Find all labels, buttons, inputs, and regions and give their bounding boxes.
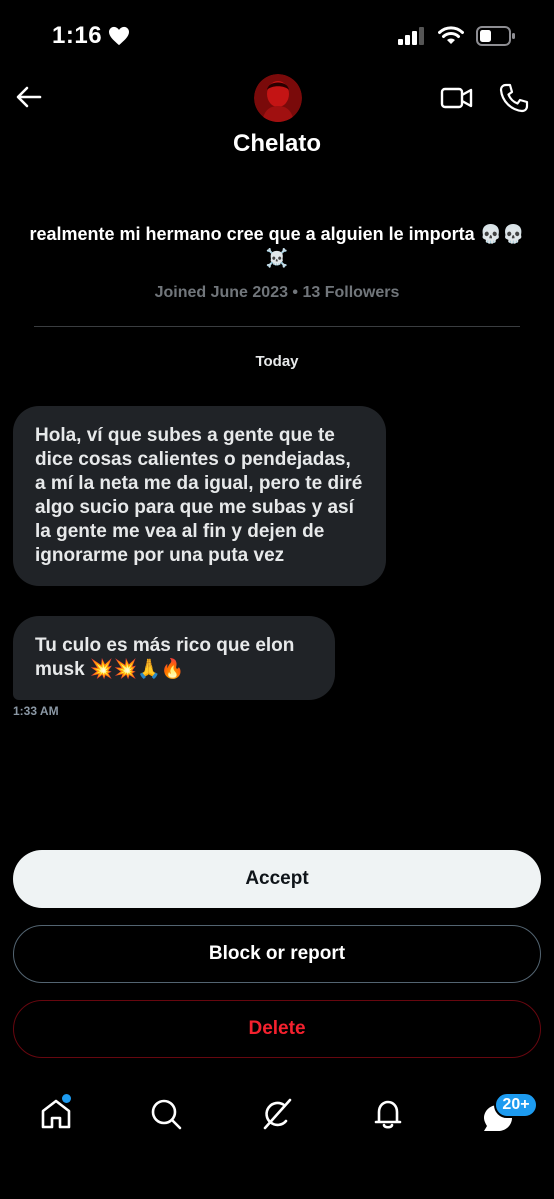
- accept-button[interactable]: Accept: [13, 850, 541, 908]
- message-bubble[interactable]: Tu culo es más rico que elon musk 💥💥🙏🔥: [13, 616, 335, 700]
- date-separator: Today: [255, 353, 299, 370]
- messages-badge: 20+: [494, 1092, 538, 1118]
- delete-button[interactable]: Delete: [13, 1000, 541, 1058]
- block-or-report-button[interactable]: Block or report: [13, 925, 541, 983]
- divider: [34, 326, 520, 327]
- back-arrow-icon[interactable]: [14, 82, 44, 112]
- video-call-icon[interactable]: [440, 82, 474, 114]
- status-time: 1:16: [52, 22, 130, 50]
- heart-icon: [109, 26, 130, 46]
- profile-joined-info: Joined June 2023 • 13 Followers: [154, 284, 400, 301]
- wifi-icon: [438, 26, 464, 44]
- search-icon[interactable]: [148, 1096, 184, 1132]
- status-indicators: [398, 26, 516, 46]
- message-timestamp: 1:33 AM: [13, 704, 59, 718]
- contact-name[interactable]: Chelato: [0, 130, 554, 158]
- battery-icon: [476, 26, 515, 46]
- phone-call-icon[interactable]: [498, 82, 530, 114]
- bell-icon[interactable]: [370, 1096, 406, 1132]
- signal-icon: [398, 27, 424, 45]
- message-bubble[interactable]: Hola, ví que subes a gente que te dice c…: [13, 406, 386, 586]
- notification-dot: [62, 1094, 71, 1103]
- profile-bio: realmente mi hermano cree que a alguien …: [29, 224, 525, 268]
- avatar[interactable]: [254, 74, 302, 122]
- grok-icon[interactable]: [259, 1096, 295, 1132]
